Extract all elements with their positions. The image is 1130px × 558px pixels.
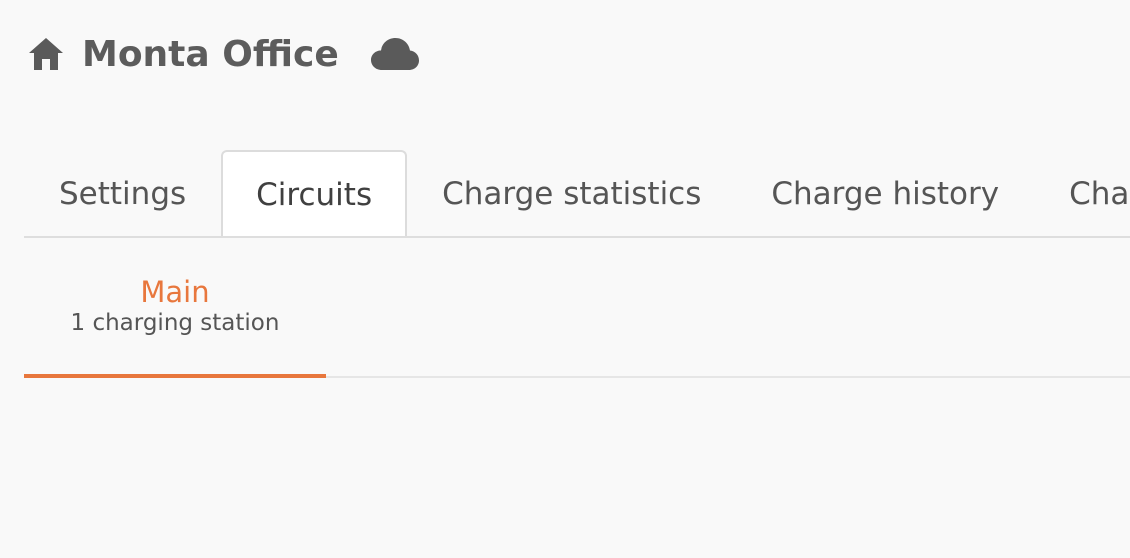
circuit-station-count: 1 charging station xyxy=(70,310,280,336)
tab-bar: Settings Circuits Charge statistics Char… xyxy=(24,150,1130,238)
page-title: Monta Office xyxy=(82,33,339,75)
header: Monta Office xyxy=(26,28,421,80)
circuit-tab-bar: Main 1 charging station xyxy=(24,238,1130,378)
tab-label: Charge rep xyxy=(1069,176,1130,212)
home-icon[interactable] xyxy=(26,34,66,74)
circuit-tab-main[interactable]: Main 1 charging station xyxy=(24,238,326,378)
tab-charge-history[interactable]: Charge history xyxy=(736,150,1034,236)
circuit-name: Main xyxy=(140,275,210,309)
tab-circuits[interactable]: Circuits xyxy=(221,150,408,236)
tab-label: Charge statistics xyxy=(442,176,702,212)
tab-charge-reports[interactable]: Charge rep xyxy=(1034,150,1130,236)
cloud-icon xyxy=(369,34,421,74)
tab-settings[interactable]: Settings xyxy=(24,150,221,236)
tab-charge-statistics[interactable]: Charge statistics xyxy=(407,150,736,236)
tab-label: Settings xyxy=(59,176,187,212)
tab-label: Charge history xyxy=(771,176,1000,212)
tab-label: Circuits xyxy=(256,177,373,213)
